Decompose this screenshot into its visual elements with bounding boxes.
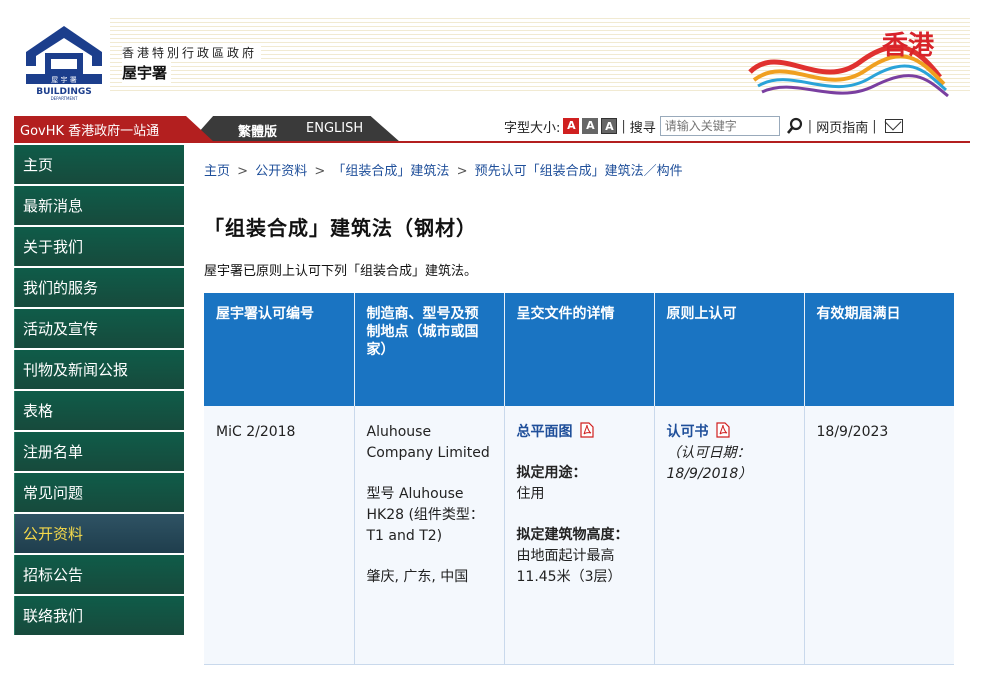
sidebar-item-registers[interactable]: 注册名单 bbox=[14, 432, 184, 471]
govhk-tab[interactable]: GovHK 香港政府一站通 bbox=[14, 116, 214, 142]
sidebar-item-contact-us[interactable]: 联络我们 bbox=[14, 596, 184, 635]
site-plan-link[interactable]: 总平面图 bbox=[517, 424, 573, 440]
column-header-approval-no: 屋宇署认可编号 bbox=[204, 293, 355, 406]
cell-manufacturer: Aluhouse Company Limited 型号 Aluhouse HK2… bbox=[354, 406, 505, 665]
mail-icon[interactable] bbox=[884, 119, 903, 133]
font-size-large-button[interactable]: A bbox=[601, 118, 618, 134]
language-tab: 繁體版 ENGLISH bbox=[190, 116, 400, 142]
separator: | bbox=[621, 118, 626, 134]
pdf-icon[interactable] bbox=[580, 422, 594, 438]
buildings-department-logo[interactable]: 屋 宇 署 BUILDINGS DEPARTMENT bbox=[22, 22, 106, 102]
topbar-divider bbox=[14, 141, 970, 143]
height-label: 拟定建筑物高度： bbox=[516, 527, 629, 543]
breadcrumb: 主页 > 公开资料 > 「组装合成」建筑法 > 预先认可「组装合成」建筑法／构件 bbox=[204, 160, 683, 179]
breadcrumb-mic[interactable]: 「组装合成」建筑法 bbox=[332, 164, 449, 179]
govhk-link[interactable]: GovHK 香港政府一站通 bbox=[20, 120, 159, 139]
intro-text: 屋宇署已原则上认可下列「组装合成」建筑法。 bbox=[204, 264, 478, 279]
brand-text: 香港 bbox=[882, 31, 935, 61]
font-size-label: 字型大小: bbox=[504, 120, 561, 136]
approval-letter-link[interactable]: 认可书 bbox=[667, 424, 709, 440]
breadcrumb-home[interactable]: 主页 bbox=[204, 164, 230, 179]
font-size-medium-button[interactable]: A bbox=[582, 118, 599, 134]
sidebar-item-faq[interactable]: 常见问题 bbox=[14, 473, 184, 512]
font-size-small-button[interactable]: A bbox=[563, 118, 580, 134]
search-label: 搜寻 bbox=[629, 120, 656, 136]
english-link[interactable]: ENGLISH bbox=[306, 121, 363, 136]
dept-name-line1: 香港特別行政區政府 bbox=[122, 44, 262, 61]
sidebar-item-public-info[interactable]: 公开资料 bbox=[14, 514, 184, 553]
approval-no: MiC 2/2018 bbox=[216, 424, 296, 440]
breadcrumb-separator: > bbox=[314, 164, 326, 179]
sidebar-item-about-us[interactable]: 关于我们 bbox=[14, 227, 184, 266]
cell-expiry: 18/9/2023 bbox=[804, 406, 954, 665]
cell-documents: 总平面图 拟定用途： 住用 拟定建筑物高度： 由地面起计最高11.45米（3层） bbox=[504, 406, 655, 665]
separator: | bbox=[807, 118, 813, 134]
column-header-manufacturer: 制造商、型号及预制地点（城市或国家） bbox=[354, 293, 505, 406]
sidebar-item-our-services[interactable]: 我们的服务 bbox=[14, 268, 184, 307]
page-header: 屋 宇 署 BUILDINGS DEPARTMENT 香港特別行政區政府 屋宇署… bbox=[0, 0, 1000, 108]
sidebar-item-whats-new[interactable]: 最新消息 bbox=[14, 186, 184, 225]
column-header-expiry: 有效期届满日 bbox=[804, 293, 954, 406]
approval-table: 屋宇署认可编号 制造商、型号及预制地点（城市或国家） 呈交文件的详情 原则上认可… bbox=[204, 293, 954, 665]
toolbar: 字型大小: A A A | 搜寻 | 网页指南 | bbox=[504, 114, 903, 138]
sidebar-item-home[interactable]: 主页 bbox=[14, 145, 184, 184]
separator: | bbox=[872, 118, 877, 134]
search-input[interactable] bbox=[659, 116, 780, 136]
logo-text-cn: 屋 宇 署 bbox=[51, 75, 76, 84]
cell-approval: 认可书 （认可日期：18/9/2018） bbox=[654, 406, 805, 665]
breadcrumb-separator: > bbox=[237, 164, 249, 179]
sidebar-menu: 主页 最新消息 关于我们 我们的服务 活动及宣传 刊物及新闻公报 表格 注册名单… bbox=[14, 145, 184, 637]
breadcrumb-public-info[interactable]: 公开资料 bbox=[255, 164, 307, 179]
logo-subtext-en: DEPARTMENT bbox=[51, 96, 78, 101]
table-row: MiC 2/2018 Aluhouse Company Limited 型号 A… bbox=[204, 406, 954, 665]
approval-date: （认可日期：18/9/2018） bbox=[666, 445, 753, 482]
top-navigation-bar: 繁體版 ENGLISH GovHK 香港政府一站通 字型大小: A A A | … bbox=[14, 108, 970, 143]
sidebar-item-tenders[interactable]: 招标公告 bbox=[14, 555, 184, 594]
pdf-icon[interactable] bbox=[716, 422, 730, 438]
usage-value: 住用 bbox=[516, 486, 545, 502]
cell-approval-no: MiC 2/2018 bbox=[204, 406, 355, 665]
column-header-approval: 原则上认可 bbox=[654, 293, 805, 406]
sidebar-item-forms[interactable]: 表格 bbox=[14, 391, 184, 430]
breadcrumb-separator: > bbox=[456, 164, 468, 179]
sidebar-item-events[interactable]: 活动及宣传 bbox=[14, 309, 184, 348]
search-icon[interactable] bbox=[786, 117, 804, 135]
sidebar-item-publications[interactable]: 刊物及新闻公报 bbox=[14, 350, 184, 389]
expiry-date: 18/9/2023 bbox=[816, 424, 889, 440]
usage-label: 拟定用途： bbox=[516, 465, 587, 481]
location-text: 肇庆, 广东, 中国 bbox=[366, 569, 469, 585]
page-title: 「组装合成」建筑法（钢材） bbox=[204, 216, 477, 240]
dept-name-line2: 屋宇署 bbox=[122, 62, 172, 83]
model-text: 型号 Aluhouse HK28 (组件类型：T1 and T2) bbox=[366, 486, 484, 544]
site-guide-link[interactable]: 网页指南 bbox=[816, 117, 868, 136]
height-value: 由地面起计最高11.45米（3层） bbox=[516, 548, 622, 585]
brand-hong-kong-dragon-logo[interactable]: 香港 bbox=[740, 22, 960, 102]
traditional-chinese-link[interactable]: 繁體版 bbox=[238, 121, 277, 140]
breadcrumb-current[interactable]: 预先认可「组装合成」建筑法／构件 bbox=[475, 164, 683, 179]
table-header-row: 屋宇署认可编号 制造商、型号及预制地点（城市或国家） 呈交文件的详情 原则上认可… bbox=[204, 293, 954, 406]
manufacturer-name: Aluhouse Company Limited bbox=[366, 424, 490, 461]
column-header-documents: 呈交文件的详情 bbox=[504, 293, 655, 406]
